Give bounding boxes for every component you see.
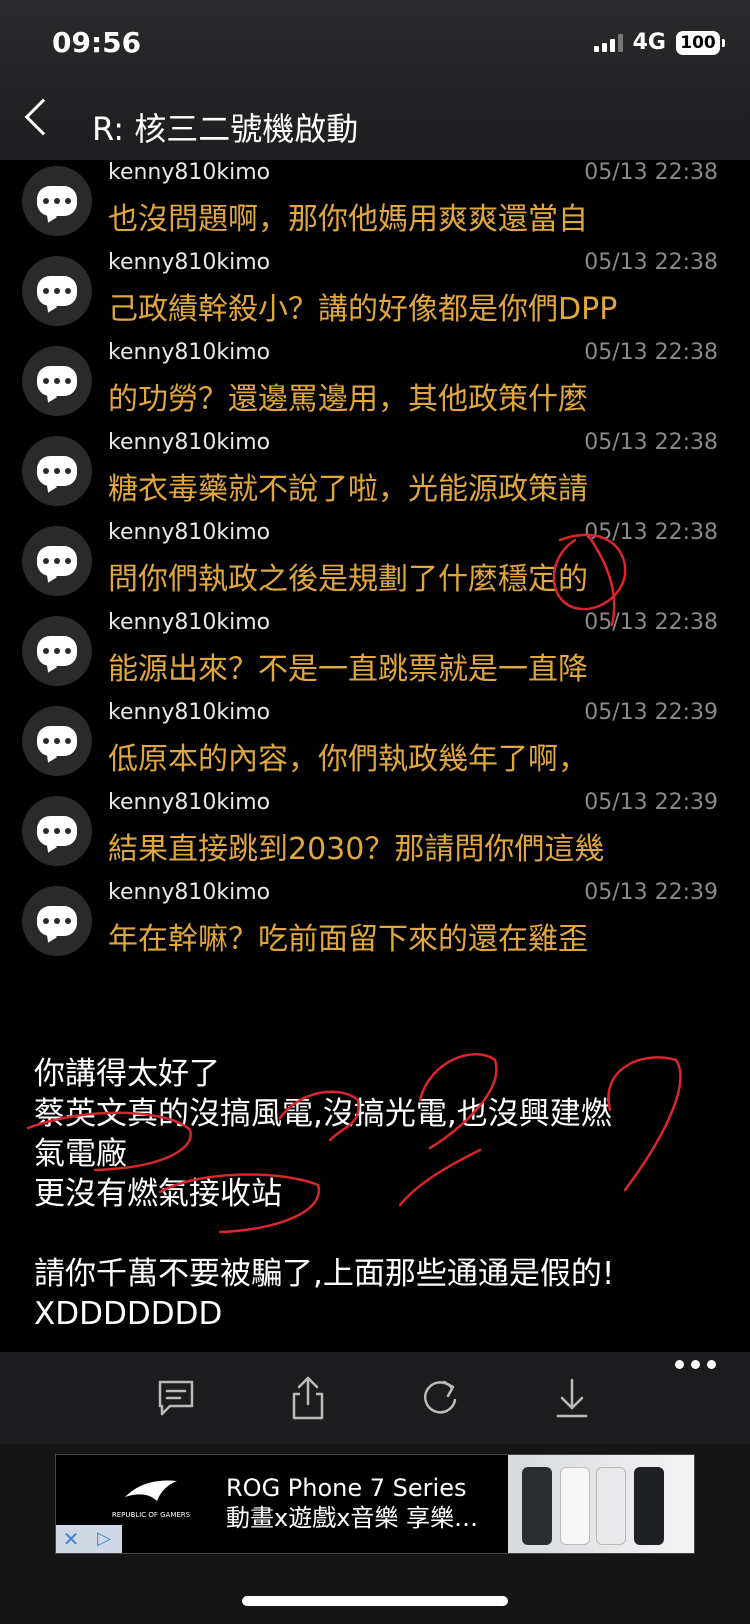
comment-author: kenny810kimo <box>108 250 271 275</box>
status-icons: 4G 100 <box>593 30 725 55</box>
comment-text: 的功勞？還邊罵邊用，其他政策什麼 <box>108 382 588 417</box>
home-indicator[interactable] <box>242 1596 508 1606</box>
comment-author: kenny810kimo <box>108 880 271 905</box>
comment-author: kenny810kimo <box>108 610 271 635</box>
chat-bubble-icon <box>22 256 92 326</box>
comment-text: 問你們執政之後是規劃了什麼穩定的 <box>108 562 588 597</box>
chat-bubble-icon <box>22 796 92 866</box>
more-icon[interactable] <box>675 1360 716 1369</box>
rog-eye-icon <box>125 1480 177 1501</box>
signal-icon <box>593 33 623 52</box>
back-chevron-icon[interactable] <box>24 98 62 136</box>
ad-subtitle: 動畫x遊戲x音樂 享樂… <box>226 1504 479 1532</box>
chat-bubble-icon <box>22 526 92 596</box>
comment-row: kenny810kimo 05/13 22:38 糖衣毒藥就不說了啦，光能源政策… <box>0 430 750 520</box>
comment-time: 05/13 22:39 <box>584 880 718 905</box>
comment-author: kenny810kimo <box>108 160 271 185</box>
comment-author: kenny810kimo <box>108 430 271 455</box>
chat-bubble-icon <box>22 346 92 416</box>
chat-bubble-icon <box>22 616 92 686</box>
post-line: XDDDDDDD <box>34 1296 223 1332</box>
comment-text: 糖衣毒藥就不說了啦，光能源政策請 <box>108 472 588 507</box>
chat-bubble-icon <box>22 436 92 506</box>
download-icon[interactable] <box>548 1374 596 1422</box>
comment-author: kenny810kimo <box>108 700 271 725</box>
page-title: R: 核三二號機啟動 <box>92 110 359 148</box>
comment-row: kenny810kimo 05/13 22:38 己政績幹殺小？講的好像都是你們… <box>0 250 750 340</box>
comment-text: 結果直接跳到2030？那請問你們這幾 <box>108 832 605 867</box>
comment-list: kenny810kimo 05/13 22:38 也沒問題啊，那你他媽用爽爽還當… <box>0 160 750 957</box>
share-icon[interactable] <box>284 1374 332 1422</box>
ad-title: ROG Phone 7 Series <box>226 1474 467 1502</box>
ad-product-image <box>508 1455 694 1553</box>
network-label: 4G <box>632 30 666 55</box>
comment-icon[interactable] <box>152 1374 200 1422</box>
post-line: 你講得太好了 <box>34 1056 220 1092</box>
status-time: 09:56 <box>52 26 142 59</box>
comment-author: kenny810kimo <box>108 790 271 815</box>
post-line: 氣電廠 <box>34 1136 127 1172</box>
comment-text: 也沒問題啊，那你他媽用爽爽還當自 <box>108 202 588 237</box>
comment-time: 05/13 22:38 <box>584 520 718 545</box>
comment-time: 05/13 22:38 <box>584 250 718 275</box>
comment-time: 05/13 22:38 <box>584 160 718 185</box>
refresh-icon[interactable] <box>416 1374 464 1422</box>
chat-bubble-icon <box>22 706 92 776</box>
bottom-toolbar <box>0 1352 750 1444</box>
comment-row: kenny810kimo 05/13 22:39 低原本的內容，你們執政幾年了啊… <box>0 700 750 790</box>
ad-copy: ROG Phone 7 Series 動畫x遊戲x音樂 享樂… <box>226 1473 478 1533</box>
comment-author: kenny810kimo <box>108 340 271 365</box>
battery-icon: 100 <box>676 30 725 55</box>
post-line: 蔡英文真的沒搞風電,沒搞光電,也沒興建燃 <box>34 1096 612 1132</box>
post-body: 你講得太好了 蔡英文真的沒搞風電,沒搞光電,也沒興建燃 氣電廠 更沒有燃氣接收站… <box>34 1054 734 1334</box>
comment-text: 低原本的內容，你們執政幾年了啊， <box>108 742 588 777</box>
comment-time: 05/13 22:39 <box>584 700 718 725</box>
comment-time: 05/13 22:38 <box>584 610 718 635</box>
post-line: 請你千萬不要被騙了,上面那些通通是假的! <box>34 1256 615 1292</box>
comment-time: 05/13 22:38 <box>584 430 718 455</box>
comment-row: kenny810kimo 05/13 22:39 結果直接跳到2030？那請問你… <box>0 790 750 880</box>
comment-row: kenny810kimo 05/13 22:38 也沒問題啊，那你他媽用爽爽還當… <box>0 160 750 250</box>
comment-row: kenny810kimo 05/13 22:39 年在幹嘛？吃前面留下來的還在雞… <box>0 880 750 970</box>
comment-row: kenny810kimo 05/13 22:38 問你們執政之後是規劃了什麼穩定… <box>0 520 750 610</box>
comment-time: 05/13 22:39 <box>584 790 718 815</box>
comment-author: kenny810kimo <box>108 520 271 545</box>
top-bar: 09:56 4G 100 R: 核三二號機啟動 <box>0 0 750 160</box>
comment-row: kenny810kimo 05/13 22:38 的功勞？還邊罵邊用，其他政策什… <box>0 340 750 430</box>
ad-banner[interactable]: REPUBLIC OF GAMERS ROG Phone 7 Series 動畫… <box>55 1454 695 1554</box>
comment-text: 年在幹嘛？吃前面留下來的還在雞歪 <box>108 922 588 957</box>
chat-bubble-icon <box>22 166 92 236</box>
rog-logo-text: REPUBLIC OF GAMERS <box>111 1511 191 1519</box>
comment-row: kenny810kimo 05/13 22:38 能源出來？不是一直跳票就是一直… <box>0 610 750 700</box>
ad-info-icon[interactable]: ▷ <box>86 1525 122 1553</box>
chat-bubble-icon <box>22 886 92 956</box>
comment-text: 能源出來？不是一直跳票就是一直降 <box>108 652 588 687</box>
ad-close-icon[interactable]: ✕ <box>56 1525 86 1553</box>
post-line: 更沒有燃氣接收站 <box>34 1176 282 1212</box>
comment-time: 05/13 22:38 <box>584 340 718 365</box>
comment-text: 己政績幹殺小？講的好像都是你們DPP <box>108 292 618 327</box>
